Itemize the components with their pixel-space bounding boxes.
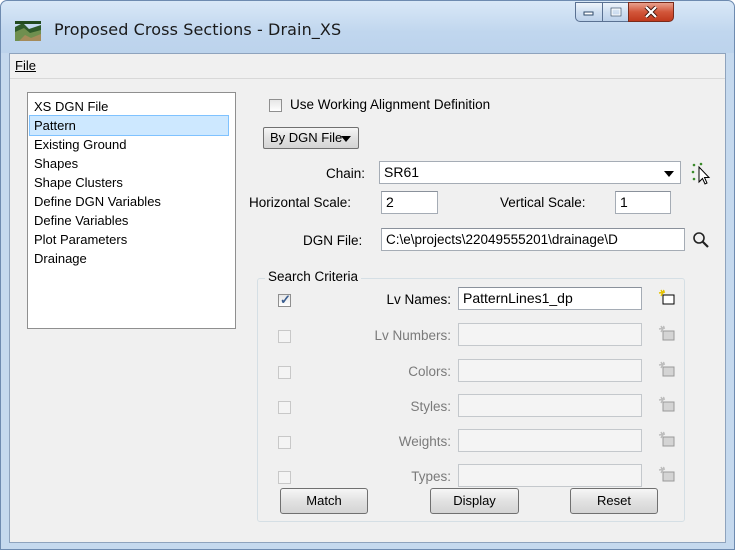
match-button[interactable]: Match xyxy=(280,488,368,514)
dropdown-arrow-icon xyxy=(341,136,351,142)
menu-bar: File xyxy=(10,54,725,79)
sidebar-item-shapes[interactable]: Shapes xyxy=(30,154,228,173)
window-title: Proposed Cross Sections - Drain_XS xyxy=(54,20,342,39)
chain-value: SR61 xyxy=(384,164,420,180)
weights-pick-icon[interactable] xyxy=(658,431,678,447)
horizontal-scale-input[interactable]: 2 xyxy=(381,191,438,214)
app-window: Proposed Cross Sections - Drain_XS File … xyxy=(0,0,735,550)
styles-checkbox[interactable] xyxy=(278,401,291,414)
colors-input[interactable] xyxy=(458,359,642,382)
maximize-icon xyxy=(610,7,621,17)
sidebar-item-define-dgn-variables[interactable]: Define DGN Variables xyxy=(30,192,228,211)
mode-dropdown[interactable]: By DGN File xyxy=(263,127,359,149)
reset-button[interactable]: Reset xyxy=(570,488,658,514)
checkmark-icon: ✓ xyxy=(280,292,291,307)
vertical-scale-input[interactable]: 1 xyxy=(615,191,671,214)
chain-label: Chain: xyxy=(326,166,366,181)
types-input[interactable] xyxy=(458,464,642,487)
types-pick-icon[interactable] xyxy=(658,466,678,482)
sidebar-item-define-variables[interactable]: Define Variables xyxy=(30,211,228,230)
maximize-button[interactable] xyxy=(602,2,628,22)
sidebar-item-pattern[interactable]: Pattern xyxy=(29,115,229,136)
lv-names-input[interactable]: PatternLines1_dp xyxy=(458,287,642,310)
minimize-button[interactable] xyxy=(575,2,602,22)
lv-numbers-input[interactable] xyxy=(458,323,642,346)
close-button[interactable] xyxy=(628,2,674,22)
styles-input[interactable] xyxy=(458,394,642,417)
lv-numbers-pick-icon[interactable] xyxy=(658,325,678,341)
lv-numbers-checkbox[interactable] xyxy=(278,330,291,343)
vertical-scale-label: Vertical Scale: xyxy=(500,195,586,210)
display-button[interactable]: Display xyxy=(430,488,519,514)
sidebar-item-existing-ground[interactable]: Existing Ground xyxy=(30,135,228,154)
dgn-file-input[interactable]: C:\e\projects\22049555201\drainage\D xyxy=(381,228,685,251)
menu-file[interactable]: File xyxy=(15,58,36,73)
menu-file-label: File xyxy=(15,58,36,73)
weights-label: Weights: xyxy=(398,434,451,449)
sidebar-item-xs-dgn-file[interactable]: XS DGN File xyxy=(30,97,228,116)
lv-names-checkbox[interactable]: ✓ xyxy=(278,292,291,307)
sidebar-item-shape-clusters[interactable]: Shape Clusters xyxy=(30,173,228,192)
sidebar-item-plot-parameters[interactable]: Plot Parameters xyxy=(30,230,228,249)
colors-pick-icon[interactable] xyxy=(658,361,678,377)
app-icon xyxy=(15,21,41,41)
search-criteria-title: Search Criteria xyxy=(265,269,362,284)
caption-buttons xyxy=(575,2,674,24)
minimize-icon xyxy=(583,11,594,16)
chain-select[interactable]: SR61 xyxy=(379,161,681,184)
weights-checkbox[interactable] xyxy=(278,436,291,449)
styles-pick-icon[interactable] xyxy=(658,396,678,412)
types-label: Types: xyxy=(411,469,451,484)
weights-input[interactable] xyxy=(458,429,642,452)
lv-names-pick-icon[interactable] xyxy=(658,289,678,305)
browse-search-icon[interactable] xyxy=(691,230,711,250)
lv-numbers-label: Lv Numbers: xyxy=(374,328,451,343)
use-working-alignment-label: Use Working Alignment Definition xyxy=(290,97,491,112)
close-icon xyxy=(644,6,658,18)
sidebar-item-drainage[interactable]: Drainage xyxy=(30,249,228,268)
types-checkbox[interactable] xyxy=(278,471,291,484)
styles-label: Styles: xyxy=(410,399,451,414)
title-bar[interactable]: Proposed Cross Sections - Drain_XS xyxy=(1,1,734,53)
lv-names-label: Lv Names: xyxy=(386,292,451,307)
dgn-file-label: DGN File: xyxy=(303,233,363,248)
colors-checkbox[interactable] xyxy=(278,366,291,379)
horizontal-scale-label: Horizontal Scale: xyxy=(249,195,352,210)
select-chain-cursor-icon[interactable] xyxy=(690,161,714,185)
colors-label: Colors: xyxy=(408,364,451,379)
use-working-alignment-checkbox[interactable] xyxy=(269,99,282,112)
chevron-down-icon xyxy=(664,171,674,177)
section-list[interactable]: XS DGN File Pattern Existing Ground Shapes S… xyxy=(27,92,236,329)
mode-dropdown-value: By DGN File xyxy=(270,130,343,145)
